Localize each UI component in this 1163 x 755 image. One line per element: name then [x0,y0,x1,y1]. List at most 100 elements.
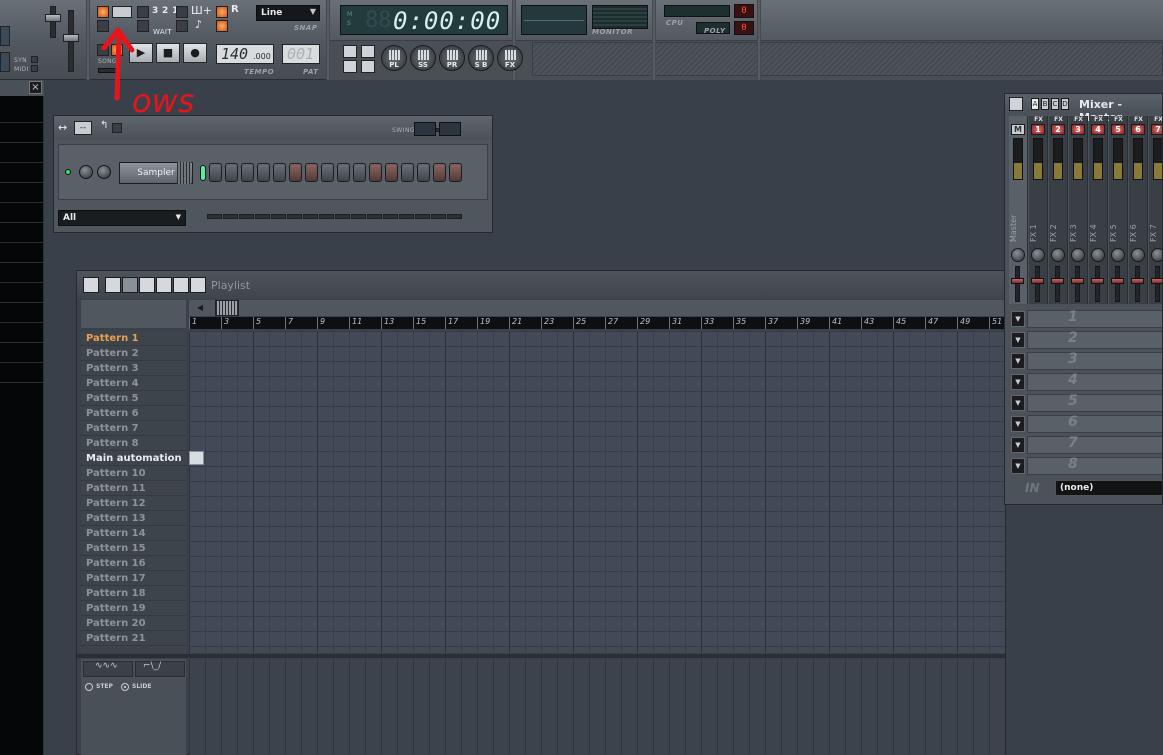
chevron-down-icon[interactable]: ▼ [1011,374,1025,390]
playlist-grid[interactable] [189,331,1005,653]
volume-fader[interactable] [1011,278,1024,284]
new-file-button[interactable] [343,60,357,73]
channel-select-indicator[interactable] [200,165,206,181]
automation-lane-grid[interactable] [189,659,1005,755]
mixer-bank-button[interactable]: A [1031,98,1039,110]
volume-fader[interactable] [1111,278,1124,284]
effect-slot[interactable]: ▼ 1 [1011,309,1162,328]
playlist-track-name[interactable]: Pattern 16 [81,556,186,571]
step-button[interactable] [449,163,462,182]
playlist-track-name[interactable]: Pattern 19 [81,601,186,616]
delete-tool-icon[interactable] [139,277,155,293]
playlist-track-name[interactable]: Pattern 4 [81,376,186,391]
channel-enable-led[interactable] [65,169,71,175]
song-mode-button[interactable] [111,44,123,56]
song-time-display[interactable]: MS 88 0:00:00 [340,5,508,35]
close-icon[interactable]: × [29,81,42,94]
effect-slot[interactable]: ▼ 5 [1011,393,1162,412]
loop-record-button[interactable] [216,6,228,18]
step-edit-button[interactable] [176,6,188,18]
graph-editor-button[interactable] [414,122,436,136]
playlist-track-name[interactable]: Pattern 15 [81,541,186,556]
effect-slot[interactable]: ▼ 6 [1011,414,1162,433]
piano-roll-view-button[interactable]: PR [439,45,465,71]
resize-arrows-icon[interactable]: ↔ [58,121,67,134]
playlist-track-name[interactable]: Pattern 5 [81,391,186,406]
channel-pan-knob[interactable] [79,165,93,179]
mixer-insert-strip[interactable]: FX 6 FX 6 [1129,116,1148,304]
pan-knob[interactable] [1151,248,1162,262]
slide-radio[interactable] [121,683,129,691]
effect-slot[interactable]: ▼ 4 [1011,372,1162,391]
zoom-tool-icon[interactable] [190,277,206,293]
step-button[interactable] [273,163,286,182]
pan-knob[interactable] [1031,248,1045,262]
toolbar-left-input-2[interactable] [0,52,10,72]
pan-knob[interactable] [1071,248,1085,262]
countdown-button[interactable] [137,20,149,32]
channel-grip[interactable] [177,162,191,184]
playlist-track-name[interactable]: Pattern 1 [81,331,186,346]
pattern-display[interactable]: 001 [282,44,320,64]
effect-slot[interactable]: ▼ 8 [1011,456,1162,475]
step-button[interactable] [401,163,414,182]
step-button[interactable] [241,163,254,182]
playlist-track-name[interactable]: Pattern 3 [81,361,186,376]
window-close-button[interactable] [112,123,122,133]
draw-tool-icon[interactable] [105,277,121,293]
pan-knob[interactable] [1091,248,1105,262]
metronome-button[interactable] [112,6,132,18]
chevron-down-icon[interactable]: ▼ [1011,437,1025,453]
mixer-insert-strip[interactable]: FX 5 FX 5 [1109,116,1128,304]
step-button[interactable] [385,163,398,182]
volume-fader[interactable] [1151,278,1162,284]
syn-toggle[interactable] [31,56,38,63]
chevron-down-icon[interactable]: ▼ [1011,353,1025,369]
mixer-bank-button[interactable]: C [1051,98,1059,110]
effect-slot-bar[interactable]: 1 [1027,309,1162,328]
midi-toggle[interactable] [31,65,38,72]
collapse-button[interactable]: -- [74,121,92,135]
chevron-down-icon[interactable]: ▼ [1011,458,1025,474]
keyboard-editor-button[interactable] [439,122,461,136]
blend-notes-button[interactable] [137,6,149,18]
playlist-track-name[interactable]: Pattern 2 [81,346,186,361]
volume-fader[interactable] [1071,278,1084,284]
playlist-horizontal-scrollbar[interactable]: ◀ [189,300,1005,316]
mixer-insert-strip[interactable]: FX 1 FX 1 [1029,116,1048,304]
mixer-bank-button[interactable]: D [1061,98,1069,110]
auto-scroll-button[interactable] [216,20,228,32]
playlist-menu-icon[interactable] [83,277,99,293]
automation-clip[interactable] [189,451,204,465]
volume-fader[interactable] [1031,278,1044,284]
playlist-track-name[interactable]: Pattern 17 [81,571,186,586]
effect-slot[interactable]: ▼ 7 [1011,435,1162,454]
select-tool-icon[interactable] [173,277,189,293]
playlist-track-name[interactable]: Pattern 21 [81,631,186,646]
step-button[interactable] [225,163,238,182]
volume-fader[interactable] [1051,278,1064,284]
step-button[interactable] [321,163,334,182]
undo-icon[interactable]: ↰ [100,120,108,131]
chevron-down-icon[interactable]: ▼ [1011,416,1025,432]
pan-knob[interactable] [1111,248,1125,262]
toolbar-left-input[interactable] [0,26,10,46]
step-button[interactable] [257,163,270,182]
playlist-view-button[interactable]: PL [381,45,407,71]
chevron-down-icon[interactable]: ▼ [1011,311,1025,327]
chevron-down-icon[interactable]: ▼ [1011,332,1025,348]
volume-fader[interactable] [1131,278,1144,284]
effect-slot-bar[interactable]: 8 [1027,456,1162,475]
effect-slot[interactable]: ▼ 2 [1011,330,1162,349]
playlist-track-name[interactable]: Pattern 8 [81,436,186,451]
step-button[interactable] [353,163,366,182]
channel-volume-knob[interactable] [97,165,111,179]
step-button[interactable] [369,163,382,182]
step-button[interactable] [417,163,430,182]
mixer-bank-button[interactable]: B [1041,98,1049,110]
snap-select[interactable]: Line ▼ [256,5,320,21]
multilink-button[interactable] [176,20,188,32]
effect-slot-bar[interactable]: 2 [1027,330,1162,349]
playlist-track-name[interactable]: Pattern 18 [81,586,186,601]
effect-slot-bar[interactable]: 3 [1027,351,1162,370]
